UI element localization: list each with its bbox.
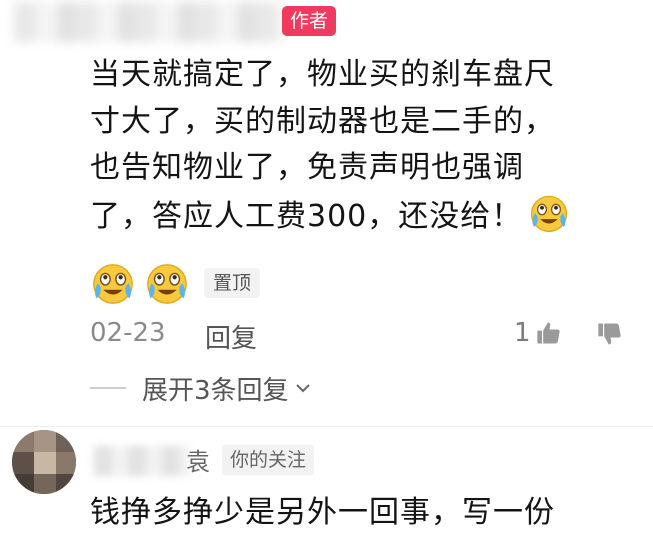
comment-divider	[0, 426, 653, 427]
thumbs-up-icon	[536, 322, 560, 344]
blurred-username[interactable]	[14, 2, 284, 42]
comment-date: 02-23	[90, 318, 166, 348]
crying-laughing-emoji-icon	[93, 264, 133, 304]
comment-meta-row: 02-23 回复 1	[90, 316, 630, 356]
chevron-down-icon	[295, 384, 310, 393]
comment-text: 钱挣多挣少是另外一回事，写一份	[90, 495, 555, 530]
emoji-row: 置顶	[90, 258, 261, 308]
comment-line-1: 当天就搞定了，物业买的刹车盘尺	[90, 57, 555, 92]
avatar[interactable]	[12, 430, 76, 494]
comment-line-2: 寸大了，买的制动器也是二手的，	[90, 103, 555, 139]
thumbs-down-icon[interactable]	[596, 320, 624, 348]
like-button[interactable]: 1	[514, 318, 563, 348]
reply-button[interactable]: 回复	[205, 318, 257, 355]
crying-laughing-emoji-icon	[531, 195, 568, 232]
blurred-username[interactable]	[94, 446, 190, 476]
expand-replies-label: 展开3条回复	[142, 375, 289, 406]
comment-header: 作者	[0, 0, 653, 48]
comment-line-3: 也告知物业了，免责声明也强调	[90, 150, 524, 185]
expand-replies-button[interactable]: 展开3条回复	[90, 368, 313, 408]
following-badge: 你的关注	[222, 445, 315, 475]
comment-line-4: 了，答应人工费300，还没给！	[90, 192, 635, 241]
expand-divider-line	[90, 387, 126, 389]
username-suffix[interactable]: 袁	[186, 442, 210, 477]
author-badge: 作者	[282, 6, 337, 36]
comment-text: 当天就搞定了，物业买的刹车盘尺 寸大了，买的制动器也是二手的， 也告知物业了，免…	[90, 52, 635, 240]
comment-line-4-text: 了，答应人工费300，还没给！	[90, 198, 523, 234]
crying-laughing-emoji-icon	[147, 264, 187, 304]
pinned-badge: 置顶	[204, 268, 261, 298]
like-count: 1	[514, 318, 531, 348]
